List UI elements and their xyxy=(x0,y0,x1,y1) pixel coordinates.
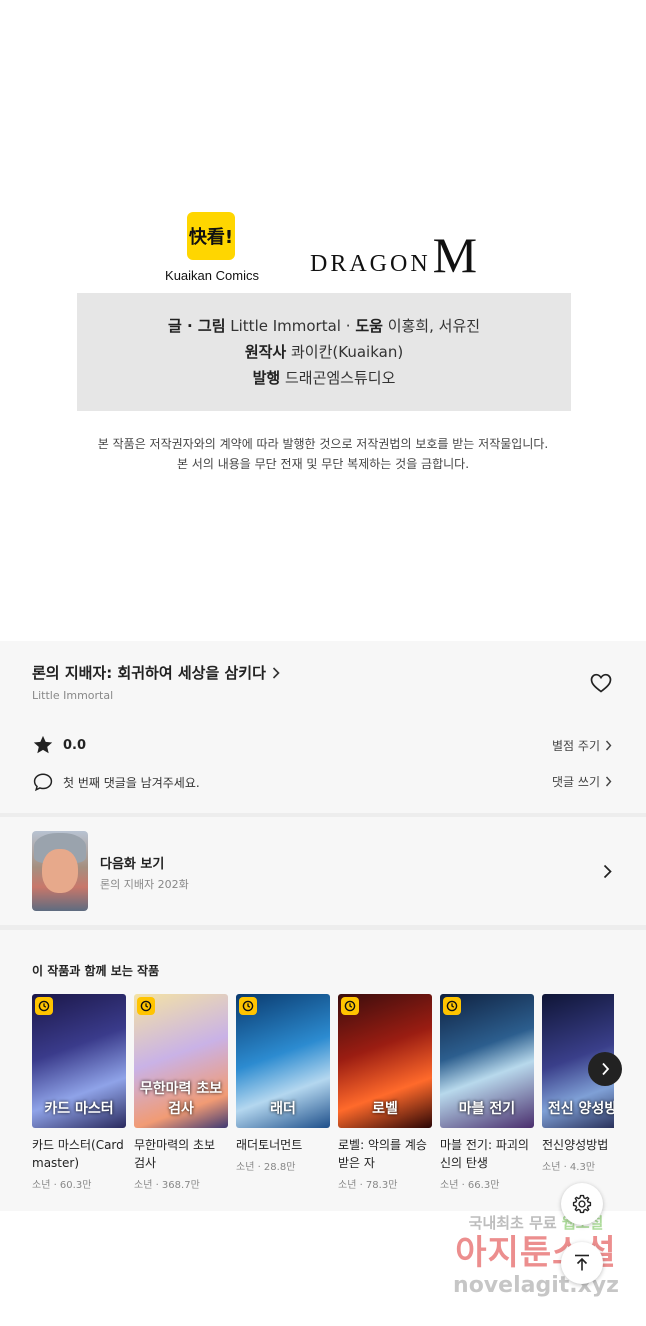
recommend-meta: 소년 · 78.3만 xyxy=(338,1180,398,1191)
heart-icon[interactable] xyxy=(589,671,613,695)
work-title: 론의 지배자: 회귀하여 세상을 삼키다 xyxy=(32,664,266,682)
recommend-heading: 이 작품과 함께 보는 작품 xyxy=(32,964,160,978)
recommend-cover-title: 무한마력 초보검사 xyxy=(139,1081,223,1117)
recommend-cover[interactable]: 무한마력 초보검사 xyxy=(134,994,228,1128)
dragonm-logo: DRAGON M xyxy=(310,226,478,283)
credits-box: 글 · 그림 Little Immortal · 도움 이홍희, 서유진 원작사… xyxy=(77,293,571,411)
thumbnail-face xyxy=(42,849,78,893)
publisher-logos: 快看! Kuaikan Comics DRAGON M xyxy=(0,212,646,286)
recommend-meta: 소년 · 368.7만 xyxy=(134,1180,200,1191)
recommend-title[interactable]: 로벨: 악의를 계승받은 자 xyxy=(338,1136,432,1172)
kuaikan-mark: 快看! xyxy=(188,227,234,248)
recommend-item[interactable]: 마블 전기 마블 전기: 파괴의 신의 탄생 소년 · 66.3만 xyxy=(440,994,534,1191)
work-title-link[interactable]: 론의 지배자: 회귀하여 세상을 삼키다 xyxy=(32,662,280,683)
watermark-text-a: 국내최초 무료 xyxy=(468,1214,557,1232)
clock-icon xyxy=(443,997,461,1015)
dragon-m: M xyxy=(432,226,478,283)
star-icon xyxy=(33,735,53,754)
recommend-cover-title: 전신 양성방법 xyxy=(547,1101,614,1117)
recommend-cover-title: 마블 전기 xyxy=(458,1101,516,1117)
chevron-right-icon xyxy=(605,740,612,751)
recommend-title[interactable]: 무한마력의 초보 검사 xyxy=(134,1136,228,1172)
chevron-right-icon[interactable] xyxy=(603,864,612,879)
arrow-up-icon xyxy=(575,1254,589,1271)
credit-separator: · xyxy=(345,316,351,335)
clock-icon xyxy=(137,997,155,1015)
recommend-item[interactable]: 무한마력 초보검사 무한마력의 초보 검사 소년 · 368.7만 xyxy=(134,994,228,1191)
credit-label-original: 원작사 xyxy=(244,342,287,361)
recommend-meta: 소년 · 4.3만 xyxy=(542,1162,596,1173)
credit-value-writer: Little Immortal xyxy=(230,316,341,335)
gear-icon xyxy=(572,1194,592,1214)
rating-value: 0.0 xyxy=(63,737,87,753)
kuaikan-name: Kuaikan Comics xyxy=(165,268,259,283)
dragon-word: DRAGON xyxy=(310,251,431,277)
recommend-cover[interactable]: 카드 마스터 xyxy=(32,994,126,1128)
viewer-end-page: 快看! Kuaikan Comics DRAGON M 글 · 그림 Littl… xyxy=(0,0,646,1326)
clock-icon xyxy=(35,997,53,1015)
comment-prompt-text: 첫 번째 댓글을 남겨주세요. xyxy=(63,775,200,790)
next-episode-card[interactable] xyxy=(0,817,646,925)
recommend-item[interactable]: 카드 마스터 카드 마스터(Card master) 소년 · 60.3만 xyxy=(32,994,126,1191)
recommend-cover-title: 카드 마스터 xyxy=(44,1101,114,1117)
rating-display: 0.0 xyxy=(32,734,86,756)
credit-label-assist: 도움 xyxy=(355,316,383,335)
recommend-title[interactable]: 전신양성방법 xyxy=(542,1136,614,1154)
copyright-line-1: 본 작품은 저작권자와의 계약에 따라 발행한 것으로 저작권법의 보호를 받는… xyxy=(97,437,549,451)
write-comment-button[interactable]: 댓글 쓰기 xyxy=(552,773,612,790)
carousel-next-button[interactable] xyxy=(588,1052,622,1086)
kuaikan-logo: 快看! xyxy=(187,212,235,260)
credits-row-authors: 글 · 그림 Little Immortal · 도움 이홍희, 서유진 xyxy=(168,315,480,338)
credit-label-publisher: 발행 xyxy=(252,368,281,387)
recommend-cover[interactable]: 래더 xyxy=(236,994,330,1128)
recommend-meta: 소년 · 28.8만 xyxy=(236,1162,296,1173)
copyright-notice: 본 작품은 저작권자와의 계약에 따라 발행한 것으로 저작권법의 보호를 받는… xyxy=(0,434,646,474)
comment-prompt: 첫 번째 댓글을 남겨주세요. xyxy=(32,771,200,793)
credit-value-original: 콰이칸(Kuaikan) xyxy=(291,342,404,361)
recommend-carousel: 카드 마스터 카드 마스터(Card master) 소년 · 60.3만 무한… xyxy=(32,994,614,1204)
recommend-cover[interactable]: 로벨 xyxy=(338,994,432,1128)
recommend-cover-title: 래더 xyxy=(270,1101,296,1117)
recommend-title[interactable]: 마블 전기: 파괴의 신의 탄생 xyxy=(440,1136,534,1172)
credit-value-publisher: 드래곤엠스튜디오 xyxy=(284,368,396,387)
chevron-right-icon xyxy=(272,666,280,679)
clock-icon xyxy=(239,997,257,1015)
recommend-meta: 소년 · 60.3만 xyxy=(32,1180,92,1191)
comment-icon xyxy=(33,773,53,792)
clock-icon xyxy=(341,997,359,1015)
write-comment-label: 댓글 쓰기 xyxy=(552,775,600,789)
credit-value-assist: 이홍희, 서유진 xyxy=(387,316,481,335)
rate-button-label: 별점 주기 xyxy=(552,739,600,753)
recommend-title[interactable]: 카드 마스터(Card master) xyxy=(32,1136,126,1172)
recommend-item[interactable]: 로벨 로벨: 악의를 계승받은 자 소년 · 78.3만 xyxy=(338,994,432,1191)
recommend-title[interactable]: 래더토너먼트 xyxy=(236,1136,330,1154)
recommend-meta: 소년 · 66.3만 xyxy=(440,1180,500,1191)
credits-row-publisher: 발행 드래곤엠스튜디오 xyxy=(253,367,396,390)
recommend-item[interactable]: 래더 래더토너먼트 소년 · 28.8만 xyxy=(236,994,330,1173)
recommend-cover-title: 로벨 xyxy=(372,1101,398,1117)
next-episode-subtitle: 론의 지배자 202화 xyxy=(100,878,189,891)
copyright-line-2: 본 서의 내용을 무단 전재 및 무단 복제하는 것을 금합니다. xyxy=(176,457,470,471)
chevron-right-icon xyxy=(601,1062,609,1076)
credits-row-original: 원작사 콰이칸(Kuaikan) xyxy=(245,341,403,364)
recommend-cover[interactable]: 마블 전기 xyxy=(440,994,534,1128)
next-episode-label[interactable]: 다음화 보기 xyxy=(100,853,164,872)
next-episode-thumbnail[interactable] xyxy=(32,831,88,911)
watermark-line-3: novelagit.xyz xyxy=(453,1273,619,1298)
chevron-right-icon xyxy=(605,776,612,787)
scroll-top-button[interactable] xyxy=(561,1242,603,1284)
rate-button[interactable]: 별점 주기 xyxy=(552,737,612,754)
credit-label-writer: 글 · 그림 xyxy=(167,316,226,335)
work-author: Little Immortal xyxy=(32,689,114,702)
settings-button[interactable] xyxy=(561,1183,603,1225)
